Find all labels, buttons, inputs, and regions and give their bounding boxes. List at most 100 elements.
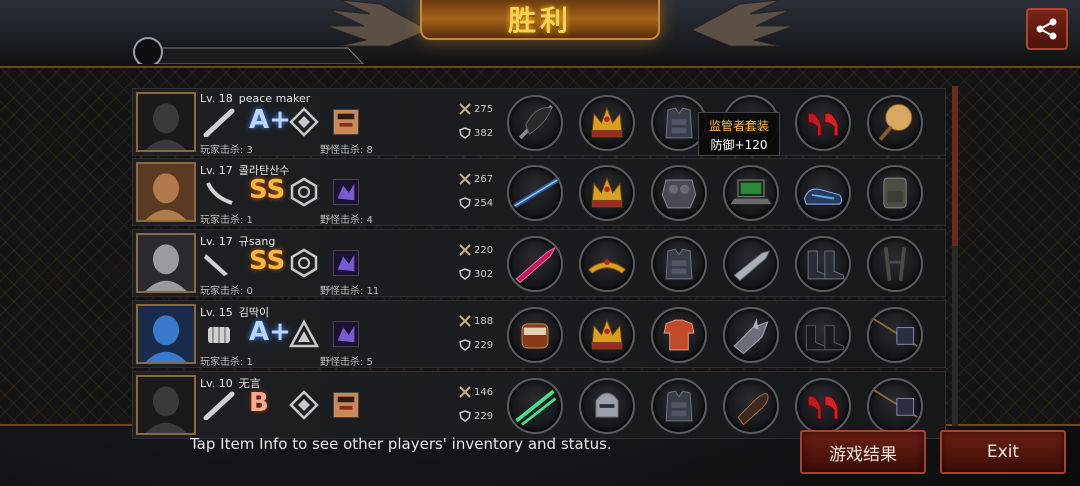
tooltip-item-effect: 防御+120 <box>710 138 768 152</box>
player-level: Lv. 17 <box>200 235 233 248</box>
crown-icon[interactable] <box>579 307 635 363</box>
attack-stat: 275 <box>459 103 493 115</box>
bat-weapon-icon <box>200 107 238 138</box>
tooltip-item-name: 监管者套装 <box>708 119 769 133</box>
right-wing-ornament <box>690 0 795 47</box>
player-row[interactable]: Lv. 10 无言 B 146 229 <box>132 371 946 439</box>
red-high-heels-icon[interactable] <box>795 95 851 151</box>
diamond-emblem-icon <box>289 390 319 420</box>
attack-value: 267 <box>474 173 494 185</box>
vest-armor-icon[interactable] <box>651 236 707 292</box>
defense-value: 254 <box>474 197 494 209</box>
monster-kills: 野怪击杀: 11 <box>320 286 380 297</box>
player-avatar[interactable] <box>136 304 196 364</box>
player-level: Lv. 10 <box>200 377 233 390</box>
avatar-portrait <box>138 164 194 220</box>
player-row[interactable]: Lv. 15 김딱이 A+ 玩家击杀: 1 野怪击杀: 5 188 229 <box>132 300 946 368</box>
spiked-arm-icon[interactable] <box>723 307 779 363</box>
attack-value: 146 <box>474 386 494 398</box>
shield-icon <box>459 339 471 351</box>
player-avatar[interactable] <box>136 375 196 435</box>
player-rank-badge: SS <box>249 246 286 276</box>
share-icon <box>1036 18 1057 40</box>
player-level: Lv. 17 <box>200 164 233 177</box>
golden-tiara-icon[interactable] <box>579 236 635 292</box>
fighter-portrait-icon <box>333 392 359 418</box>
laptop-icon[interactable] <box>723 165 779 221</box>
player-row[interactable]: Lv. 17 규sang SS 玩家击杀: 0 野怪击杀: 11 220 302 <box>132 229 946 297</box>
player-avatar[interactable] <box>136 92 196 152</box>
crystal-sword-icon[interactable] <box>507 236 563 292</box>
shield-icon <box>459 410 471 422</box>
crown-icon[interactable] <box>579 95 635 151</box>
player-kills: 玩家击杀: 0 <box>200 286 253 297</box>
backpack-icon[interactable] <box>867 165 923 221</box>
monster-kills: 野怪击杀: 5 <box>320 357 373 368</box>
player-kills: 玩家击杀: 1 <box>200 215 253 226</box>
avatar-portrait <box>138 235 194 291</box>
bat-weapon-icon <box>200 390 238 421</box>
blade-arm-icon[interactable] <box>723 236 779 292</box>
exit-button[interactable]: Exit <box>940 430 1066 474</box>
player-rank-badge: SS <box>249 175 286 205</box>
crown-icon[interactable] <box>579 165 635 221</box>
shield-icon <box>459 197 471 209</box>
flag-spear-icon[interactable] <box>867 307 923 363</box>
player-level: Lv. 18 <box>200 92 233 105</box>
vest-armor-icon[interactable] <box>651 378 707 434</box>
attack-icon <box>459 315 471 327</box>
game-results-button[interactable]: 游戏结果 <box>800 430 926 474</box>
attack-value: 220 <box>474 244 494 256</box>
share-button[interactable] <box>1026 8 1068 50</box>
red-high-heels-icon[interactable] <box>795 378 851 434</box>
bullet-icon[interactable] <box>723 378 779 434</box>
defense-stat: 229 <box>459 410 493 422</box>
hexagon-emblem-icon <box>289 177 319 207</box>
blue-sneakers-icon[interactable] <box>795 165 851 221</box>
defense-stat: 302 <box>459 268 493 280</box>
player-avatar[interactable] <box>136 233 196 293</box>
triangle-emblem-icon <box>288 319 320 349</box>
plate-armor-icon[interactable] <box>651 165 707 221</box>
laser-rifle-icon[interactable] <box>507 165 563 221</box>
scrollbar-thumb[interactable] <box>952 86 958 246</box>
defense-value: 302 <box>474 268 494 280</box>
diamond-emblem-icon <box>289 107 319 137</box>
round-fan-icon[interactable] <box>867 95 923 151</box>
purple-beast-icon <box>333 321 359 347</box>
player-level: Lv. 15 <box>200 306 233 319</box>
knight-helmet-icon[interactable] <box>579 378 635 434</box>
item-tooltip: 监管者套装 防御+120 <box>698 112 780 156</box>
player-row[interactable]: Lv. 17 콜라탄산수 SS 玩家击杀: 1 野怪击杀: 4 267 254 <box>132 158 946 226</box>
player-row[interactable]: Lv. 18 peace maker A+ 玩家击杀: 3 野怪击杀: 8 275 382 <box>132 88 946 156</box>
knife-icon <box>200 248 238 278</box>
attack-value: 188 <box>474 315 494 327</box>
player-rank-badge: A+ <box>249 105 291 135</box>
footer-hint: Tap Item Info to see other players' inve… <box>190 435 612 453</box>
victory-title-plate: 胜利 <box>420 0 660 40</box>
curved-blade-icon <box>200 177 238 207</box>
player-avatar[interactable] <box>136 162 196 222</box>
result-screen: 胜利 Lv. 18 peace maker A+ 玩家击杀: 3 野怪击杀: 8 275 3… <box>0 0 1080 486</box>
page-title: 胜利 <box>507 4 572 37</box>
red-shirt-icon[interactable] <box>651 307 707 363</box>
black-boots-icon[interactable] <box>795 307 851 363</box>
player-rank-badge: A+ <box>249 317 291 347</box>
attack-value: 275 <box>474 103 494 115</box>
power-gauntlet-icon[interactable] <box>507 307 563 363</box>
combat-boots-icon[interactable] <box>795 236 851 292</box>
defense-value: 382 <box>474 127 494 139</box>
suspenders-icon[interactable] <box>867 236 923 292</box>
shield-icon <box>459 268 471 280</box>
umbrella-icon[interactable] <box>507 95 563 151</box>
flag-spear-icon[interactable] <box>867 378 923 434</box>
attack-stat: 188 <box>459 315 493 327</box>
avatar-portrait <box>138 377 194 433</box>
top-banner: 胜利 <box>0 0 1080 66</box>
green-swords-icon[interactable] <box>507 378 563 434</box>
attack-icon <box>459 103 471 115</box>
defense-stat: 229 <box>459 339 493 351</box>
monster-kills: 野怪击杀: 8 <box>320 145 373 156</box>
avatar-portrait <box>138 94 194 150</box>
defense-stat: 382 <box>459 127 493 139</box>
